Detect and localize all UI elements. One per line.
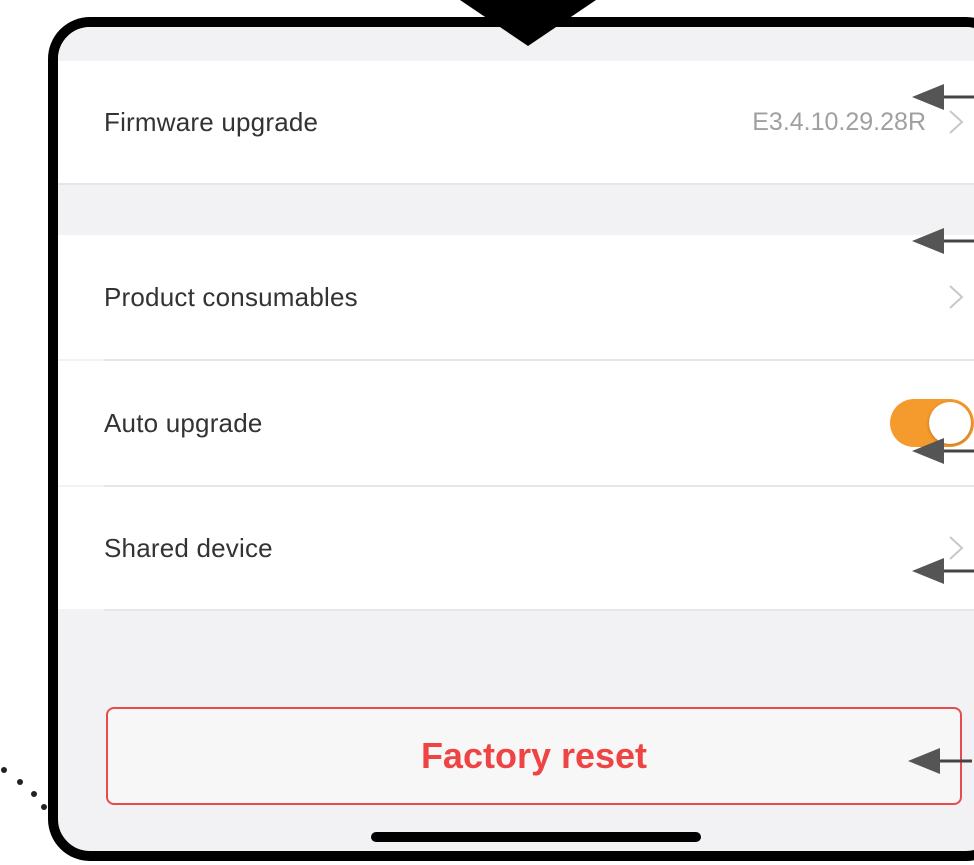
dotted-trail — [1, 767, 47, 810]
firmware-version-value: E3.4.10.29.28R — [752, 107, 926, 136]
arrow-left-icon — [912, 84, 974, 110]
auto-upgrade-label: Auto upgrade — [104, 407, 263, 438]
phone-frame: Firmware upgrade E3.4.10.29.28R Product … — [48, 17, 974, 861]
section-divider — [58, 183, 974, 185]
chevron-right-icon — [949, 285, 964, 309]
firmware-upgrade-row[interactable]: Firmware upgrade E3.4.10.29.28R — [58, 61, 974, 183]
product-consumables-label: Product consumables — [104, 281, 358, 312]
screenshot-page: Firmware upgrade E3.4.10.29.28R Product … — [0, 0, 974, 865]
row-divider — [104, 609, 974, 611]
factory-reset-button[interactable]: Factory reset — [106, 707, 962, 805]
firmware-upgrade-label: Firmware upgrade — [104, 106, 319, 137]
arrow-left-icon — [908, 748, 972, 774]
triangle-down-icon — [460, 0, 596, 46]
arrow-left-icon — [912, 558, 974, 584]
auto-upgrade-row: Auto upgrade — [58, 361, 974, 485]
settings-screen: Firmware upgrade E3.4.10.29.28R Product … — [58, 27, 974, 851]
home-indicator — [371, 832, 701, 842]
arrow-left-icon — [912, 438, 974, 464]
arrow-left-icon — [912, 228, 974, 254]
product-consumables-row[interactable]: Product consumables — [58, 235, 974, 359]
shared-device-row[interactable]: Shared device — [58, 487, 974, 609]
shared-device-label: Shared device — [104, 532, 273, 563]
